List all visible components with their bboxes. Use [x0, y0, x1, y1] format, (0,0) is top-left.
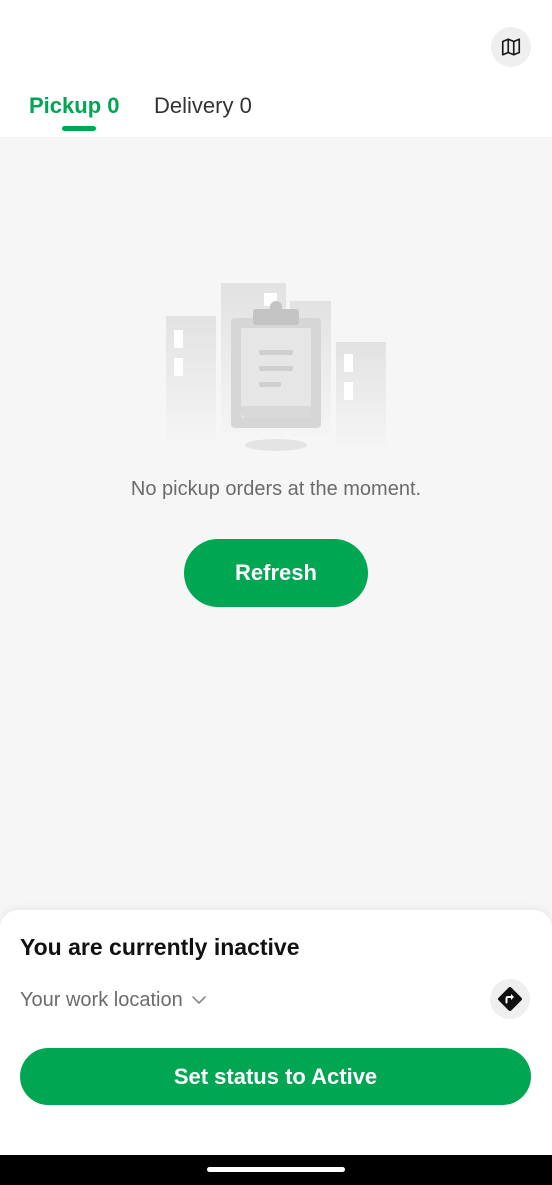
work-location-selector[interactable]: Your work location	[20, 985, 207, 1015]
clipboard-buildings-icon	[166, 283, 386, 452]
order-tabs: Pickup 0 Delivery 0	[0, 86, 552, 137]
home-indicator[interactable]	[207, 1167, 345, 1172]
status-sheet: You are currently inactive Your work loc…	[0, 910, 552, 1155]
map-icon	[501, 38, 521, 56]
directions-button[interactable]	[490, 979, 530, 1019]
empty-state-message: No pickup orders at the moment.	[130, 478, 422, 500]
tab-delivery[interactable]: Delivery 0	[154, 86, 252, 126]
status-title: You are currently inactive	[20, 934, 300, 960]
tab-pickup[interactable]: Pickup 0	[29, 86, 119, 126]
work-location-label: Your work location	[20, 988, 183, 1011]
map-button[interactable]	[491, 27, 531, 67]
system-navigation-bar	[0, 1155, 552, 1185]
directions-icon	[498, 987, 522, 1011]
refresh-button[interactable]: Refresh	[184, 539, 368, 607]
set-active-button[interactable]: Set status to Active	[20, 1048, 531, 1105]
app-screen: Pickup 0 Delivery 0 No pickup orders at …	[0, 0, 552, 1185]
chevron-down-icon	[191, 992, 207, 1008]
header: Pickup 0 Delivery 0	[0, 0, 552, 137]
tab-selected-indicator	[62, 126, 96, 131]
